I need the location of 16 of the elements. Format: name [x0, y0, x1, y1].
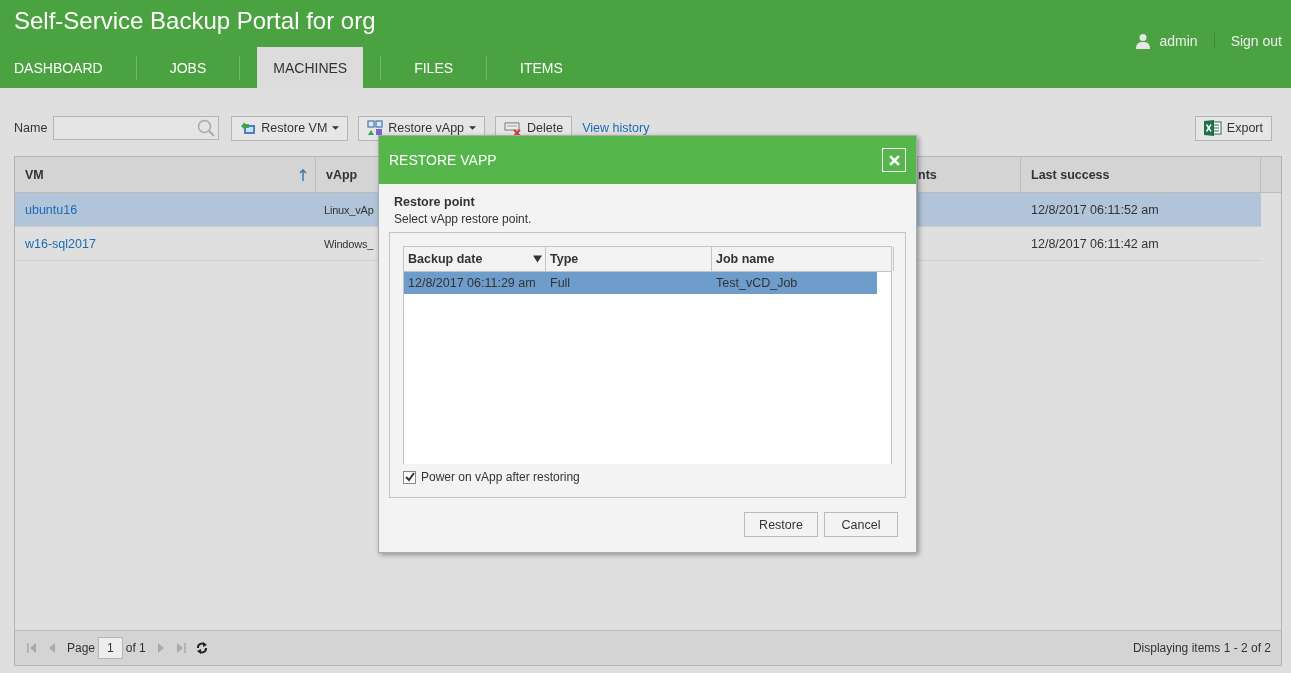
table-cell-text: Test_vCD_Job	[715, 276, 799, 290]
dialog-title: RESTORE VAPP	[389, 152, 497, 168]
table-cell-text: Full	[549, 276, 572, 290]
user-name: admin	[1159, 33, 1215, 49]
section-hint: Select vApp restore point.	[393, 212, 533, 226]
items-status: Displaying items 1 - 2 of 2	[1132, 641, 1271, 655]
table-cell-text: 12/8/2017 06:11:52 am	[1030, 202, 1160, 217]
table-cell-text: Windows_	[323, 237, 375, 250]
name-label: Name	[14, 121, 48, 135]
table-cell-text: 12/8/2017 06:11:29 am	[407, 276, 537, 290]
portal-title: Self-Service Backup Portal for org	[13, 6, 376, 35]
page-label: Page	[67, 641, 96, 655]
section-title: Restore point	[393, 195, 476, 209]
checkbox-label: Power on vApp after restoring	[421, 470, 580, 484]
page-count: of 1	[125, 641, 146, 655]
table-cell-text: 12/8/2017 06:11:42 am	[1030, 236, 1160, 251]
